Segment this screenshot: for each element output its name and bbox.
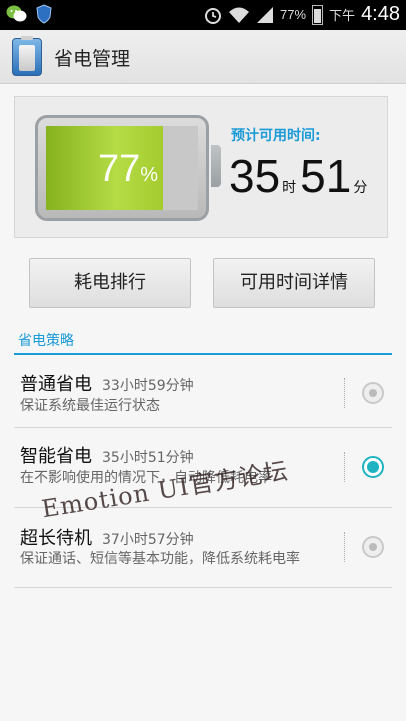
battery-graphic: 77% xyxy=(35,115,209,221)
battery-icon xyxy=(312,4,324,25)
remaining-time-label: 预计可用时间: xyxy=(231,128,321,144)
strategy-row-normal[interactable]: 普通省电 33小时59分钟 保证系统最佳运行状态 xyxy=(14,356,392,428)
row-divider xyxy=(14,587,392,588)
hours-unit: 时 xyxy=(282,179,297,195)
alarm-icon xyxy=(205,7,222,24)
remaining-hours: 35 xyxy=(229,150,281,202)
strategy-title: 普通省电 33小时59分钟 xyxy=(20,370,194,396)
strategy-time: 33小时59分钟 xyxy=(102,378,194,394)
wechat-icon xyxy=(6,5,27,22)
wifi-icon xyxy=(229,7,250,23)
battery-card: 77% 预计可用时间: 35 时 51 分 xyxy=(14,96,388,238)
minutes-unit: 分 xyxy=(353,179,368,195)
strategy-title: 智能省电 35小时51分钟 xyxy=(20,442,194,468)
battery-tip xyxy=(211,145,221,187)
signal-icon xyxy=(257,6,274,23)
clock: 4:48 xyxy=(361,3,400,25)
section-divider xyxy=(14,353,392,355)
strategy-radio-smart[interactable] xyxy=(362,456,384,478)
strategy-name: 超长待机 xyxy=(20,528,92,549)
action-bar: 省电管理 xyxy=(0,30,406,84)
strategy-name: 普通省电 xyxy=(20,374,92,395)
power-ranking-button[interactable]: 耗电排行 xyxy=(29,258,191,308)
battery-app-icon[interactable] xyxy=(12,36,42,76)
strategy-name: 智能省电 xyxy=(20,446,92,467)
strategy-desc: 保证通话、短信等基本功能，降低系统耗电率 xyxy=(20,551,300,567)
row-separator xyxy=(344,378,345,408)
row-separator xyxy=(344,532,345,562)
strategy-desc: 保证系统最佳运行状态 xyxy=(20,398,160,414)
row-separator xyxy=(344,452,345,482)
battery-level-text: 77% xyxy=(98,148,158,191)
remaining-time: 35 时 51 分 xyxy=(229,149,371,203)
available-time-details-button[interactable]: 可用时间详情 xyxy=(213,258,375,308)
page-title: 省电管理 xyxy=(54,48,131,70)
strategy-radio-standby[interactable] xyxy=(362,536,384,558)
strategy-time: 37小时57分钟 xyxy=(102,532,194,548)
remaining-minutes: 51 xyxy=(300,150,352,202)
status-bar: 77% 下午 4:48 xyxy=(0,0,406,30)
battery-level-sign: % xyxy=(140,164,159,186)
time-period: 下午 xyxy=(329,8,356,23)
strategy-time: 35小时51分钟 xyxy=(102,450,194,466)
battery-percent: 77% xyxy=(280,7,307,22)
strategy-title: 超长待机 37小时57分钟 xyxy=(20,524,194,550)
shield-icon xyxy=(36,4,52,24)
battery-inner: 77% xyxy=(46,126,198,210)
strategy-radio-normal[interactable] xyxy=(362,382,384,404)
section-title: 省电策略 xyxy=(18,333,74,349)
battery-level-value: 77 xyxy=(98,148,141,190)
